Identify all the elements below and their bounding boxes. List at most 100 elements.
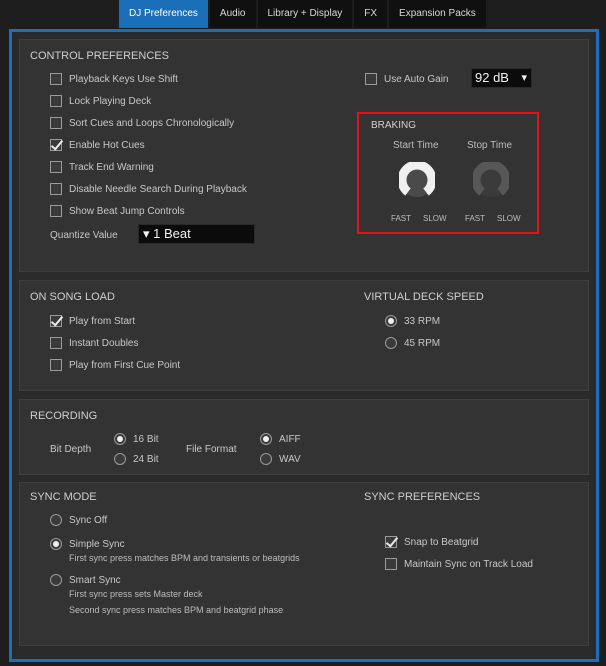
checkbox[interactable]	[50, 359, 62, 371]
option-label: 45 RPM	[404, 337, 441, 349]
option-disable-needle-search[interactable]: Disable Needle Search During Playback	[50, 181, 247, 197]
checkbox[interactable]	[50, 183, 62, 195]
checkbox[interactable]	[50, 139, 62, 151]
option-45-rpm[interactable]: 45 RPM	[385, 335, 440, 351]
option-label: Enable Hot Cues	[69, 139, 145, 151]
checkbox[interactable]	[385, 536, 397, 548]
option-label: Snap to Beatgrid	[404, 536, 479, 548]
option-playback-keys-use-shift[interactable]: Playback Keys Use Shift	[50, 71, 178, 87]
song-load-panel: ON SONG LOAD Play from Start Instant Dou…	[19, 280, 589, 391]
start-fast-label: FAST	[391, 214, 412, 223]
radio[interactable]	[385, 315, 397, 327]
checkbox[interactable]	[365, 73, 377, 85]
control-preferences-panel: CONTROL PREFERENCES Playback Keys Use Sh…	[19, 39, 589, 272]
option-wav[interactable]: WAV	[260, 451, 301, 467]
preferences-frame: CONTROL PREFERENCES Playback Keys Use Sh…	[9, 29, 599, 662]
option-maintain-sync[interactable]: Maintain Sync on Track Load	[385, 556, 533, 572]
option-33-rpm[interactable]: 33 RPM	[385, 313, 440, 329]
option-snap-to-beatgrid[interactable]: Snap to Beatgrid	[385, 534, 479, 550]
radio[interactable]	[50, 538, 62, 550]
option-track-end-warning[interactable]: Track End Warning	[50, 159, 154, 175]
gain-select[interactable]: 92 dB ▾	[471, 68, 532, 88]
braking-title: BRAKING	[371, 120, 417, 131]
option-instant-doubles[interactable]: Instant Doubles	[50, 335, 139, 351]
option-show-beat-jump[interactable]: Show Beat Jump Controls	[50, 203, 185, 219]
option-label: Track End Warning	[69, 161, 154, 173]
option-simple-sync[interactable]: Simple Sync	[50, 536, 125, 552]
file-format-label: File Format	[186, 441, 237, 457]
knob-icon[interactable]	[473, 162, 509, 198]
option-label: Smart Sync	[69, 574, 121, 586]
start-time-label: Start Time	[393, 140, 439, 151]
option-label: WAV	[279, 453, 301, 465]
checkbox[interactable]	[385, 558, 397, 570]
checkbox[interactable]	[50, 337, 62, 349]
option-play-from-start[interactable]: Play from Start	[50, 313, 135, 329]
gain-value: 92 dB	[475, 70, 509, 85]
checkbox[interactable]	[50, 95, 62, 107]
chevron-down-icon: ▾	[521, 72, 527, 84]
section-title: SYNC PREFERENCES	[364, 491, 481, 503]
option-play-from-first-cue[interactable]: Play from First Cue Point	[50, 357, 180, 373]
section-title: VIRTUAL DECK SPEED	[364, 291, 484, 303]
quantize-label: Quantize Value	[50, 227, 118, 243]
radio[interactable]	[385, 337, 397, 349]
knob-icon[interactable]	[399, 162, 435, 198]
bit-depth-label: Bit Depth	[50, 441, 91, 457]
option-label: 24 Bit	[133, 453, 159, 465]
stop-fast-label: FAST	[465, 214, 486, 223]
braking-group: BRAKING Start Time Stop Time FAST SLOW F…	[357, 112, 539, 234]
radio[interactable]	[260, 433, 272, 445]
smart-sync-description-1: First sync press sets Master deck	[69, 589, 203, 599]
option-enable-hot-cues[interactable]: Enable Hot Cues	[50, 137, 145, 153]
tab-expansion-packs[interactable]: Expansion Packs	[389, 0, 486, 28]
option-24-bit[interactable]: 24 Bit	[114, 451, 159, 467]
option-label: Sort Cues and Loops Chronologically	[69, 117, 235, 129]
option-sync-off[interactable]: Sync Off	[50, 512, 107, 528]
option-smart-sync[interactable]: Smart Sync	[50, 572, 121, 588]
section-title: CONTROL PREFERENCES	[30, 50, 169, 62]
stop-time-label: Stop Time	[467, 140, 513, 151]
option-label: Playback Keys Use Shift	[69, 73, 178, 85]
radio[interactable]	[50, 574, 62, 586]
tab-dj-preferences[interactable]: DJ Preferences	[119, 0, 208, 28]
option-label: AIFF	[279, 433, 301, 445]
option-label: Maintain Sync on Track Load	[404, 558, 533, 570]
option-use-auto-gain[interactable]: Use Auto Gain	[365, 71, 448, 87]
section-title: SYNC MODE	[30, 491, 97, 503]
tab-fx[interactable]: FX	[354, 0, 388, 28]
checkbox[interactable]	[50, 73, 62, 85]
checkbox[interactable]	[50, 315, 62, 327]
option-label: Lock Playing Deck	[69, 95, 152, 107]
option-sort-cues[interactable]: Sort Cues and Loops Chronologically	[50, 115, 234, 131]
quantize-label-text: Quantize Value	[50, 229, 118, 241]
sync-panel: SYNC MODE Sync Off Simple Sync First syn…	[19, 482, 589, 646]
option-label: 16 Bit	[133, 433, 159, 445]
section-title: ON SONG LOAD	[30, 291, 115, 303]
smart-sync-description-2: Second sync press matches BPM and beatgr…	[69, 605, 284, 615]
tab-library-display[interactable]: Library + Display	[257, 0, 353, 28]
checkbox[interactable]	[50, 205, 62, 217]
checkbox[interactable]	[50, 161, 62, 173]
option-16-bit[interactable]: 16 Bit	[114, 431, 159, 447]
quantize-select[interactable]: ▾ 1 Beat	[138, 224, 255, 244]
radio[interactable]	[50, 514, 62, 526]
radio[interactable]	[114, 453, 126, 465]
option-label: Show Beat Jump Controls	[69, 205, 185, 217]
radio[interactable]	[114, 433, 126, 445]
radio[interactable]	[260, 453, 272, 465]
option-label: Simple Sync	[69, 538, 125, 550]
option-label: 33 RPM	[404, 315, 441, 327]
tab-audio[interactable]: Audio	[209, 0, 256, 28]
simple-sync-description: First sync press matches BPM and transie…	[69, 553, 300, 563]
tab-bar: DJ Preferences Audio Library + Display F…	[119, 0, 488, 29]
file-format-text: File Format	[186, 443, 237, 455]
section-title: RECORDING	[30, 410, 98, 422]
start-slow-label: SLOW	[423, 214, 447, 223]
stop-slow-label: SLOW	[497, 214, 521, 223]
checkbox[interactable]	[50, 117, 62, 129]
recording-panel: RECORDING Bit Depth 16 Bit 24 Bit File F…	[19, 399, 589, 475]
option-aiff[interactable]: AIFF	[260, 431, 301, 447]
option-label: Instant Doubles	[69, 337, 139, 349]
option-lock-playing-deck[interactable]: Lock Playing Deck	[50, 93, 151, 109]
